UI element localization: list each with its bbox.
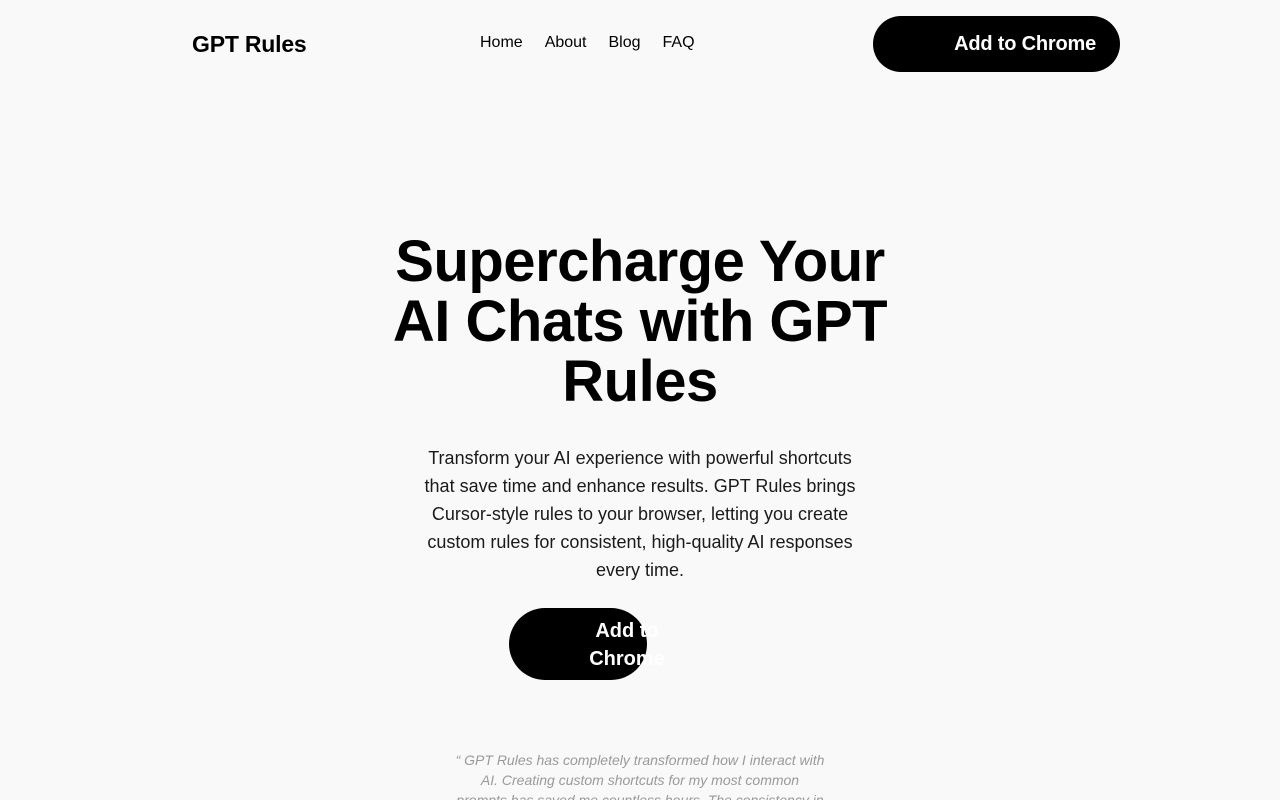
add-to-chrome-header-button[interactable]: Add to Chrome [873,16,1120,72]
nav-link-home[interactable]: Home [480,33,523,53]
add-to-chrome-hero-label: Add to Chrome [589,620,665,670]
nav-link-faq[interactable]: FAQ [663,33,695,53]
hero-title: Supercharge Your AI Chats with GPT Rules [392,229,888,414]
nav-link-blog[interactable]: Blog [609,33,641,53]
site-header: GPT Rules Home About Blog FAQ Add to Chr… [0,0,1280,88]
main-nav: Home About Blog FAQ [480,33,717,53]
testimonial-quote: “ GPT Rules has completely transformed h… [455,752,825,800]
add-to-chrome-header-label: Add to Chrome [954,32,1096,55]
landing-page: GPT Rules Home About Blog FAQ Add to Chr… [0,0,1280,800]
hero-description: Transform your AI experience with powerf… [424,448,856,580]
add-to-chrome-hero-button[interactable]: Add to Chrome [509,608,665,680]
nav-link-about[interactable]: About [545,33,587,53]
site-logo[interactable]: GPT Rules [192,30,307,58]
